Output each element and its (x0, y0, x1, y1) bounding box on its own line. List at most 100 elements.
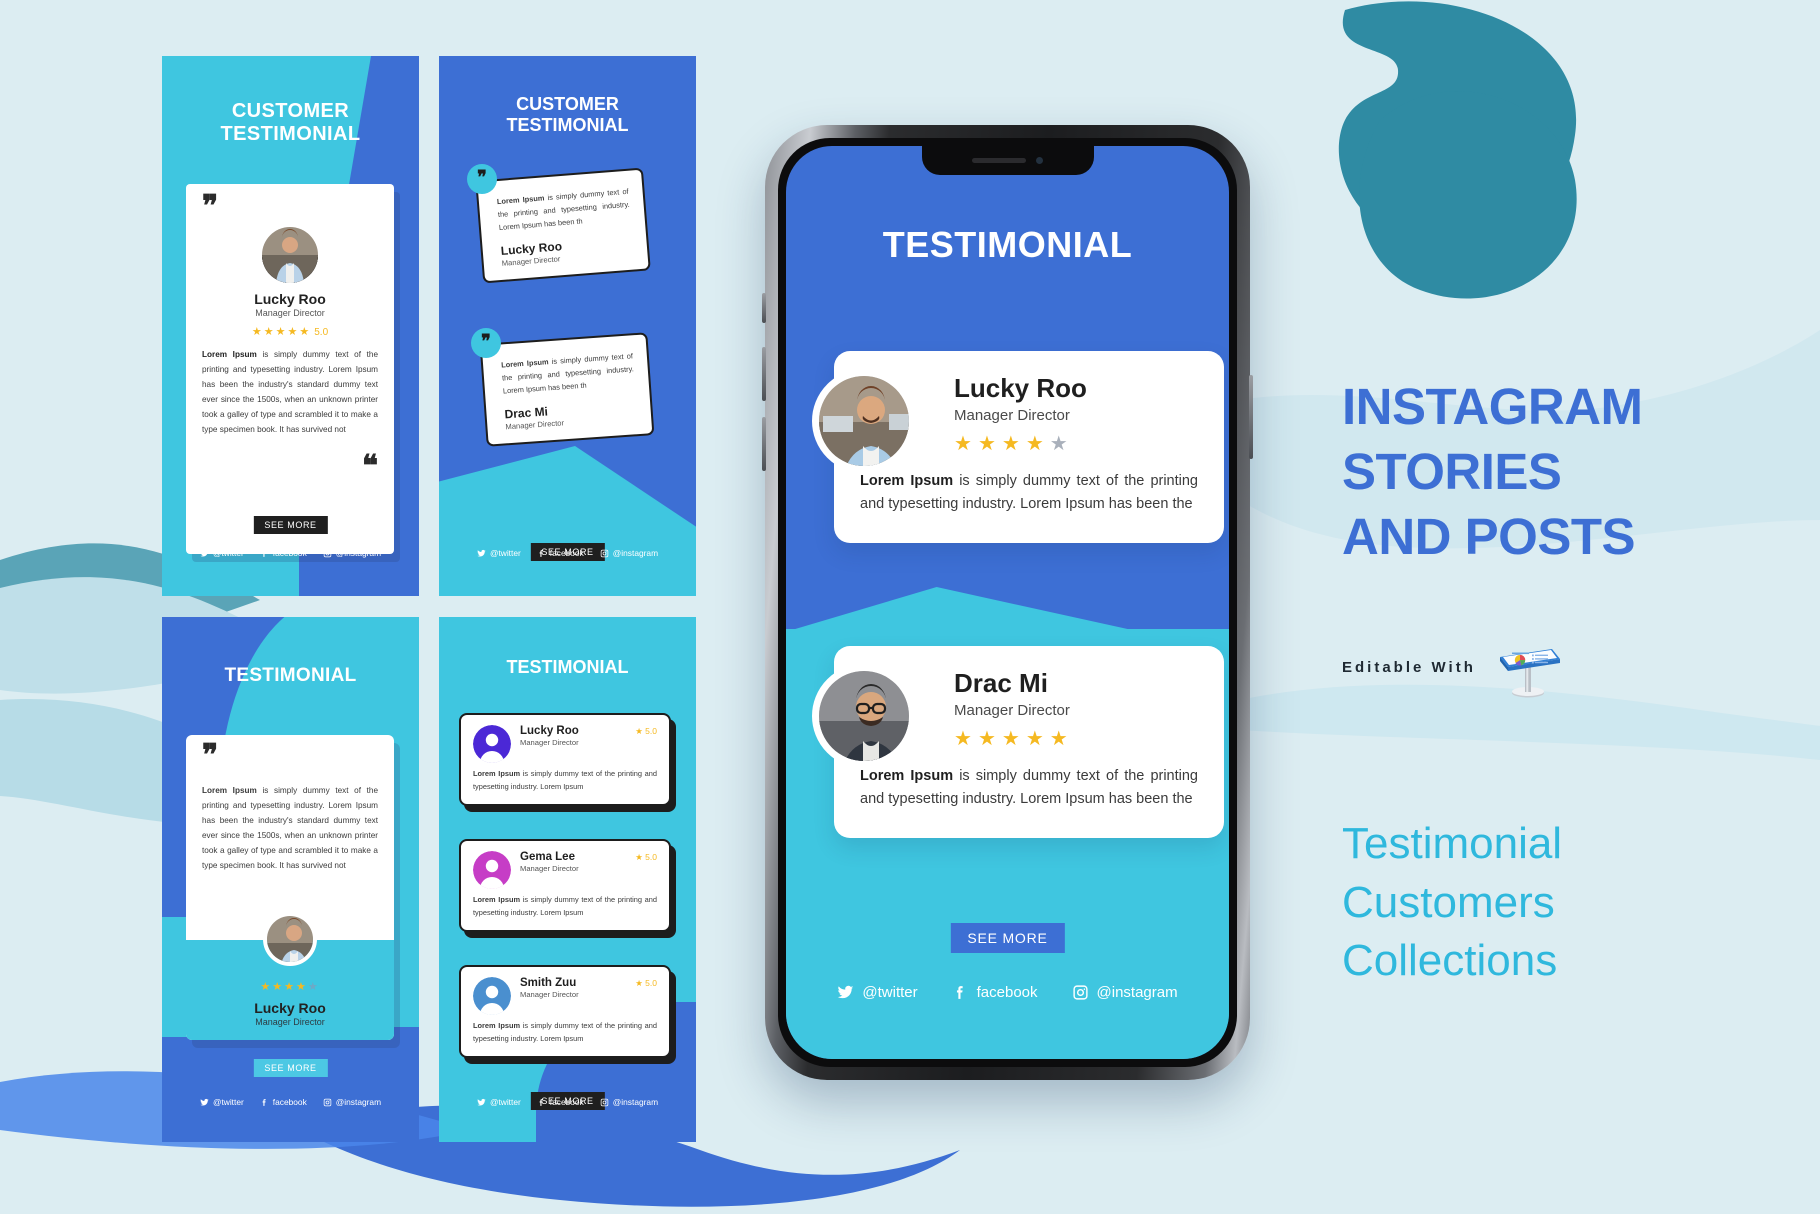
star-icon: ★ (275, 326, 288, 338)
phone-power-button[interactable] (1249, 375, 1253, 459)
rating-value: 5.0 (645, 726, 657, 736)
social-facebook-label: facebook (976, 984, 1038, 1001)
panel2-title-line2: TESTIMONIAL (506, 115, 629, 136)
social-facebook[interactable]: facebook (260, 1097, 307, 1107)
avatar (473, 977, 511, 1015)
social-instagram-label: @instagram (612, 548, 659, 558)
social-twitter[interactable]: @twitter (200, 1097, 244, 1107)
star-icon: ★ (299, 326, 312, 338)
instagram-icon (1072, 985, 1088, 1000)
star-icon: ★ (1025, 728, 1050, 750)
panel4-title: TESTIMONIAL (506, 657, 629, 677)
star-icon: ★ (287, 326, 300, 338)
list-item-rating: ★ 5.0 (635, 726, 657, 736)
testimonial-body: Lorem Ipsum is simply dummy text of the … (202, 348, 378, 438)
social-instagram[interactable]: @instagram (323, 548, 381, 558)
star-icon: ★ (251, 326, 264, 338)
rating-stars: ★★★★★ 5.0 (202, 325, 378, 338)
phone-bezel: TESTIMONIAL Lucky Roo Manager Director ★… (778, 138, 1237, 1067)
star-icon-empty: ★ (1049, 433, 1074, 455)
star-icon: ★ (263, 326, 276, 338)
social-facebook[interactable]: facebook (537, 1097, 584, 1107)
poster-canvas: CUSTOMER TESTIMONIAL ❞ Lucky Roo Manager… (0, 0, 1820, 1214)
panel-customer-testimonial-blue: CUSTOMER TESTIMONIAL Lorem Ipsum is simp… (439, 56, 696, 596)
twitter-icon (200, 1098, 209, 1106)
social-facebook[interactable]: facebook (260, 548, 307, 558)
list-item-name: Lucky Roo (520, 725, 579, 737)
social-instagram[interactable]: @instagram (323, 1097, 381, 1107)
front-camera-icon (1036, 157, 1043, 164)
list-item-body: Lorem Ipsum is simply dummy text of the … (473, 768, 657, 794)
social-facebook[interactable]: facebook (952, 984, 1038, 1001)
facebook-icon (262, 1098, 266, 1106)
instagram-icon (600, 1098, 609, 1106)
star-icon: ★ (1001, 728, 1026, 750)
keynote-icon (1494, 635, 1562, 699)
panel-customer-testimonial-cyan: CUSTOMER TESTIMONIAL ❞ Lucky Roo Manager… (162, 56, 419, 596)
quote-bubble-icon: ❞ (471, 328, 501, 358)
panel-testimonial-blue: TESTIMONIAL ❞ Lorem Ipsum is simply dumm… (162, 617, 419, 1142)
social-twitter[interactable]: @twitter (477, 1097, 521, 1107)
star-icon: ★ (272, 981, 285, 993)
star-icon: ★ (954, 728, 978, 750)
social-instagram[interactable]: @instagram (600, 548, 658, 558)
social-twitter[interactable]: @twitter (837, 984, 918, 1001)
lorem-lead: Lorem Ipsum (202, 350, 257, 359)
star-icon: ★ (260, 981, 273, 993)
phone-notch (921, 146, 1094, 175)
list-item-body: Lorem Ipsum is simply dummy text of the … (473, 894, 657, 920)
headline-line-2: STORIES (1342, 442, 1562, 500)
phone-mute-switch[interactable] (762, 293, 766, 323)
instagram-icon (323, 1098, 332, 1106)
phone-social-links: @twitter facebook @instagram (786, 984, 1229, 1001)
avatar (812, 664, 916, 768)
social-twitter-label: @twitter (862, 984, 918, 1001)
panel2-title-line1: CUSTOMER (516, 94, 619, 114)
panel2-title: CUSTOMER TESTIMONIAL (439, 94, 696, 136)
social-facebook-label: facebook (549, 1097, 584, 1107)
panel-testimonial-list: TESTIMONIAL Lucky Roo ★ 5.0 Manager Dire… (439, 617, 696, 1142)
social-instagram-label: @instagram (335, 1097, 382, 1107)
panel1-title: CUSTOMER TESTIMONIAL (162, 100, 419, 146)
quote-close-icon: ❞ (363, 434, 378, 468)
star-icon: ★ (1049, 728, 1074, 750)
lorem-lead: Lorem Ipsum (496, 193, 545, 207)
panel2-card2-body-rest: is simply dummy text of the printing and… (501, 351, 635, 396)
twitter-icon (477, 549, 486, 557)
rating-value: 5.0 (645, 978, 657, 988)
star-icon: ★ (1001, 433, 1026, 455)
social-twitter-label: @twitter (212, 548, 244, 558)
phone-card2-name: Drac Mi (954, 668, 1048, 698)
list-item-role: Manager Director (520, 738, 579, 747)
editable-with-row: Editable With (1342, 635, 1562, 699)
social-twitter[interactable]: @twitter (200, 548, 244, 558)
see-more-button[interactable]: SEE MORE (253, 516, 328, 534)
social-links: @twitter facebook @instagram (439, 1097, 696, 1107)
see-more-button[interactable]: SEE MORE (950, 923, 1065, 953)
social-instagram[interactable]: @instagram (1072, 984, 1178, 1001)
panel1-title-line2: TESTIMONIAL (220, 123, 361, 146)
phone-page-title: TESTIMONIAL (882, 224, 1133, 265)
rating-value: 5.0 (645, 852, 657, 862)
star-icon: ★ (284, 981, 296, 993)
social-facebook[interactable]: facebook (537, 548, 584, 558)
panel2-tilt-card-2: Lorem Ipsum is simply dummy text of the … (479, 332, 655, 447)
social-instagram[interactable]: @instagram (600, 1097, 658, 1107)
lorem-lead: Lorem Ipsum (500, 357, 549, 370)
phone-mockup: TESTIMONIAL Lucky Roo Manager Director ★… (762, 125, 1253, 1080)
facebook-icon (539, 549, 543, 557)
instagram-icon (323, 549, 332, 557)
avatar (473, 851, 511, 889)
testimonial-role: Manager Director (255, 308, 325, 318)
star-icon: ★ (954, 433, 978, 455)
phone-volume-down-button[interactable] (762, 417, 766, 471)
see-more-button[interactable]: SEE MORE (253, 1059, 328, 1077)
avatar (262, 227, 318, 283)
phone-card2-body: Lorem Ipsum is simply dummy text of the … (860, 765, 1198, 812)
social-twitter[interactable]: @twitter (477, 548, 521, 558)
social-links: @twitter facebook @instagram (162, 1097, 419, 1107)
quote-bubble-icon: ❞ (467, 164, 497, 194)
phone-volume-up-button[interactable] (762, 347, 766, 401)
panel3-title: TESTIMONIAL (224, 665, 357, 686)
twitter-icon (200, 549, 209, 557)
